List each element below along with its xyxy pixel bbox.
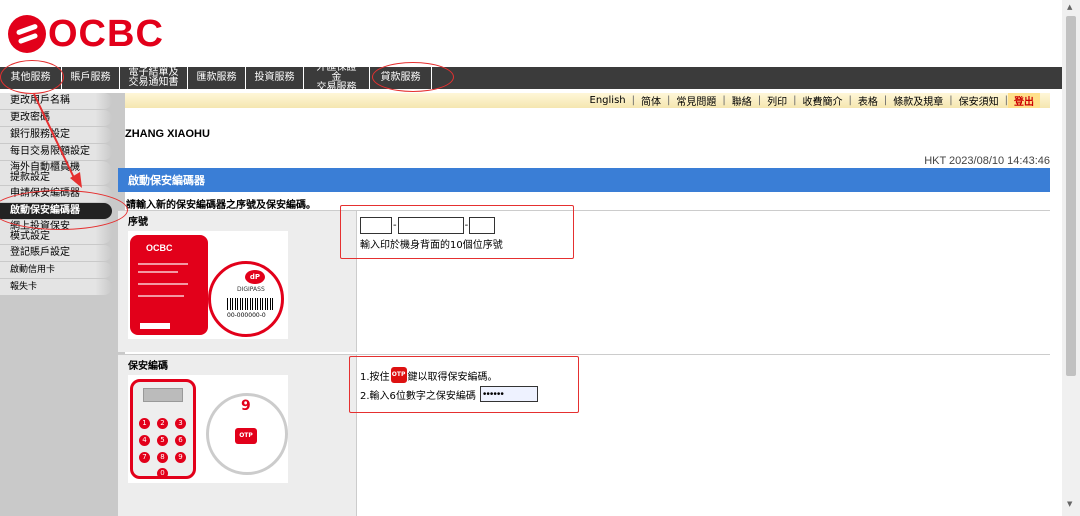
token-card-image: OCBC dP DIGIPASS 00-000000-0 [128,231,288,339]
ocbc-logo-icon [8,15,46,53]
key-5: 5 [157,435,168,446]
sidebar-item-report-lost[interactable]: 報失卡 [0,279,112,295]
scroll-down-icon[interactable]: ▼ [1067,500,1072,508]
annotation-box-serial [340,205,574,259]
key-3: 3 [175,418,186,429]
link-print[interactable]: 列印 [761,93,793,108]
serial-label: 序號 [128,217,148,228]
utility-bar: English | 简体 | 常見問題 | 聯絡 | 列印 | 收費簡介 | 表格 | 條款及… [118,93,1050,108]
otp-key-icon: OTP [235,428,257,444]
token-card: OCBC [130,235,208,335]
page-title: 啟動保安編碼器 [118,168,1050,192]
card-mini-barcode [140,323,170,329]
link-faq[interactable]: 常見問題 [670,93,722,108]
ocbc-wordmark: OCBC [48,12,164,55]
key-0: 0 [157,468,168,479]
tab-estatement[interactable]: 電子結單及 交易通知書 [120,67,188,89]
timestamp: HKT 2023/08/10 14:43:46 [924,155,1050,167]
key-8: 8 [157,452,168,463]
tab-fx-margin[interactable]: 外匯保證金 交易服務 [304,63,370,93]
digipass-brand: dP [245,270,265,284]
sidebar-item-activate-card[interactable]: 啟動信用卡 [0,262,112,278]
security-code-panel: 保安編碼 1 2 3 4 5 6 7 8 9 0 9 OTP 1.按住 OTP … [118,354,1050,516]
card-text-line [138,263,188,265]
link-simplified[interactable]: 简体 [635,93,667,108]
link-forms[interactable]: 表格 [852,93,884,108]
ocbc-logo[interactable]: OCBC [8,12,164,55]
token-screen [143,388,183,402]
zoom-digit: 9 [241,398,251,414]
card-text-line [138,283,188,285]
link-terms[interactable]: 條款及規章 [887,93,949,108]
serial-panel: 序號 OCBC dP DIGIPASS 00-000000-0 - - 輸入印於… [118,210,1050,352]
instruction-text: 請輸入新的保安編碼器之序號及保安編碼。 [126,200,316,211]
digipass-label: DIGIPASS [237,286,265,293]
top-navigation: 其他服務 賬戶服務 電子結單及 交易通知書 匯款服務 投資服務 外匯保證金 交易… [0,63,1062,93]
key-7: 7 [139,452,150,463]
tab-account-services[interactable]: 賬戶服務 [62,67,120,89]
logout-button[interactable]: 登出 [1008,93,1040,108]
annotation-oval-loan-services [372,62,454,92]
link-fees[interactable]: 收費簡介 [797,93,849,108]
tab-investment[interactable]: 投資服務 [246,67,304,89]
card-text-line [138,271,178,273]
key-6: 6 [175,435,186,446]
zoom-circle: dP DIGIPASS 00-000000-0 [208,261,284,337]
link-contact[interactable]: 聯絡 [726,93,758,108]
annotation-oval-other-services [0,60,64,94]
tab-remittance[interactable]: 匯款服務 [188,67,246,89]
page-scrollbar[interactable]: ▲ ▼ [1062,0,1080,516]
key-4: 4 [139,435,150,446]
serial-sample: 00-000000-0 [227,312,266,319]
card-text-line [138,295,184,297]
key-9: 9 [175,452,186,463]
security-code-label: 保安編碼 [128,361,168,372]
key-1: 1 [139,418,150,429]
barcode [227,298,273,310]
card-brand: OCBC [146,243,173,253]
token-keypad: 1 2 3 4 5 6 7 8 9 0 [130,379,196,479]
annotation-arrow [33,93,82,188]
annotation-box-security-code [349,356,579,413]
arrow-line [33,93,77,183]
zoom-circle: 9 OTP [206,393,288,475]
username: ZHANG XIAOHU [125,128,210,140]
scroll-thumb[interactable] [1066,16,1076,376]
token-keypad-image: 1 2 3 4 5 6 7 8 9 0 9 OTP [128,375,288,483]
key-2: 2 [157,418,168,429]
link-security-notes[interactable]: 保安須知 [953,93,1005,108]
link-english[interactable]: English [584,95,632,106]
scroll-up-icon[interactable]: ▲ [1067,3,1072,11]
sidebar-item-register-account[interactable]: 登記賬戶設定 [0,245,112,261]
